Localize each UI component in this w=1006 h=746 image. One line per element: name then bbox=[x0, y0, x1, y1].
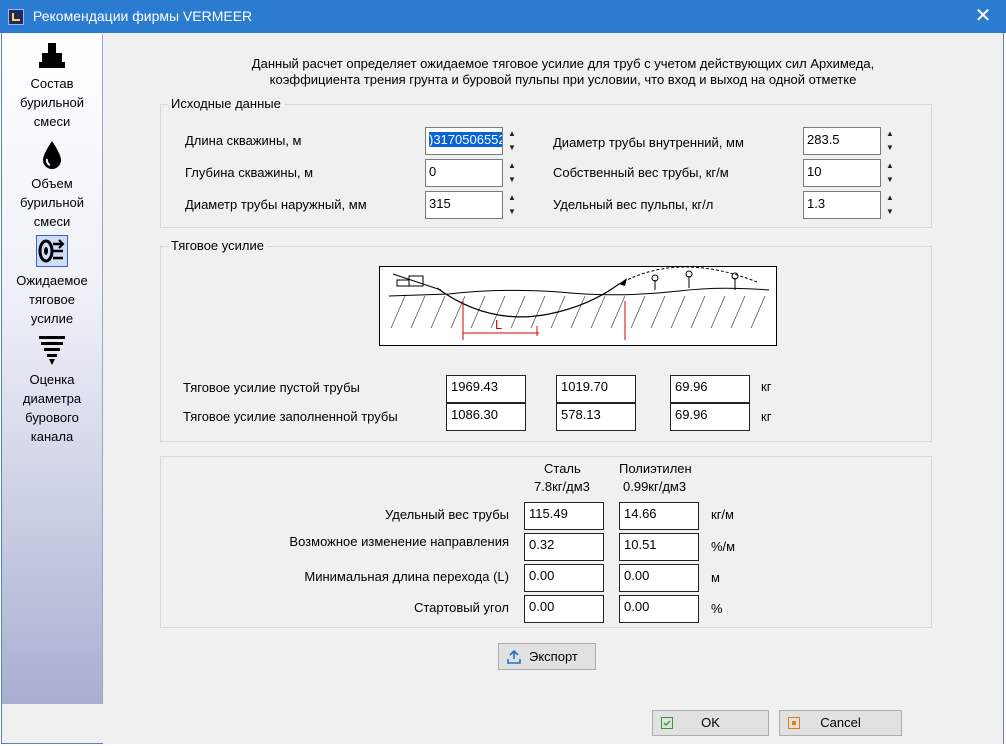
active-item-frame bbox=[36, 235, 68, 267]
sidebar-item-pull-force[interactable]: Ожидаемое тяговое усилие bbox=[2, 235, 102, 328]
pe-direction-change: 10.51 bbox=[619, 533, 699, 561]
material-group: Сталь 7.8кг/дм3 Полиэтилен 0.99кг/дм3 Уд… bbox=[160, 456, 932, 628]
column-header: Полиэтилен bbox=[619, 461, 692, 476]
spin-down-icon[interactable]: ▼ bbox=[881, 205, 899, 219]
outer-diameter-spinner[interactable]: ▲ ▼ bbox=[503, 191, 521, 219]
dialog-footer: OK Cancel bbox=[103, 704, 1003, 744]
description-text: Данный расчет определяет ожидаемое тягов… bbox=[251, 56, 875, 87]
spin-down-icon[interactable]: ▼ bbox=[503, 173, 521, 187]
inner-diameter-spinner[interactable]: ▲ ▼ bbox=[881, 127, 899, 155]
cancel-icon bbox=[788, 717, 800, 729]
upload-icon bbox=[507, 650, 521, 664]
spin-up-icon[interactable]: ▲ bbox=[881, 191, 899, 205]
full-pipe-force-3: 69.96 bbox=[670, 403, 750, 431]
spin-down-icon[interactable]: ▼ bbox=[503, 205, 521, 219]
well-depth-input[interactable]: 0 bbox=[425, 159, 503, 187]
ok-button-label: OK bbox=[701, 715, 720, 730]
sidebar-item-label: Объем бурильной смеси bbox=[19, 176, 85, 229]
window-title: Рекомендации фирмы VERMEER bbox=[33, 8, 253, 24]
sidebar-item-bore-diameter[interactable]: Оценка диаметра бурового канала bbox=[2, 334, 102, 446]
close-icon[interactable]: ✕ bbox=[960, 0, 1006, 33]
input-data-group: Исходные данные Длина скважины, м )31705… bbox=[160, 96, 932, 228]
group-title: Тяговое усилие bbox=[168, 238, 267, 253]
field-label: Глубина скважины, м bbox=[185, 165, 314, 180]
well-length-spinner[interactable]: ▲ ▼ bbox=[503, 127, 521, 155]
empty-pipe-force-1: 1969.43 bbox=[446, 375, 526, 403]
spin-up-icon[interactable]: ▲ bbox=[881, 159, 899, 173]
row-label: Тяговое усилие заполненной трубы bbox=[183, 409, 398, 424]
unit-label: м bbox=[711, 570, 720, 585]
slurry-weight-input[interactable]: 1.3 bbox=[803, 191, 881, 219]
row-label: Возможное изменение направления bbox=[289, 534, 509, 549]
pe-specific-weight: 14.66 bbox=[619, 502, 699, 530]
full-pipe-force-1: 1086.30 bbox=[446, 403, 526, 431]
column-density: 0.99кг/дм3 bbox=[623, 479, 687, 494]
selected-text: )3170506552 bbox=[429, 132, 502, 147]
sidebar: Состав бурильной смеси Объем бурильной с… bbox=[2, 34, 103, 704]
empty-pipe-force-2: 1019.70 bbox=[556, 375, 636, 403]
traction-group: Тяговое усилие L Тяговое усилие пустой т… bbox=[160, 238, 932, 442]
length-label: L bbox=[495, 317, 502, 332]
export-button[interactable]: Экспорт bbox=[498, 643, 596, 670]
spin-down-icon[interactable]: ▼ bbox=[503, 141, 521, 155]
row-label: Стартовый угол bbox=[413, 600, 509, 615]
empty-pipe-force-3: 69.96 bbox=[670, 375, 750, 403]
row-label: Удельный вес трубы bbox=[385, 507, 509, 522]
sidebar-item-mix-composition[interactable]: Состав бурильной смеси bbox=[2, 42, 102, 131]
column-density: 7.8кг/дм3 bbox=[534, 479, 590, 494]
sidebar-item-label: Оценка диаметра бурового канала bbox=[22, 372, 82, 444]
pe-start-angle: 0.00 bbox=[619, 595, 699, 623]
mixer-icon bbox=[39, 43, 65, 68]
spin-up-icon[interactable]: ▲ bbox=[503, 127, 521, 141]
steel-min-length: 0.00 bbox=[524, 564, 604, 592]
spin-up-icon[interactable]: ▲ bbox=[503, 191, 521, 205]
well-length-input[interactable]: )3170506552 bbox=[425, 127, 503, 155]
group-title: Исходные данные bbox=[168, 96, 284, 111]
well-depth-spinner[interactable]: ▲ ▼ bbox=[503, 159, 521, 187]
export-button-label: Экспорт bbox=[529, 649, 578, 664]
steel-start-angle: 0.00 bbox=[524, 595, 604, 623]
cancel-button-label: Cancel bbox=[820, 715, 861, 730]
title-bar: Рекомендации фирмы VERMEER ✕ bbox=[0, 0, 1006, 33]
drop-icon bbox=[43, 141, 61, 169]
funnel-icon bbox=[39, 336, 65, 365]
pipe-weight-spinner[interactable]: ▲ ▼ bbox=[881, 159, 899, 187]
field-label: Собственный вес трубы, кг/м bbox=[553, 165, 729, 180]
ok-button[interactable]: OK bbox=[652, 710, 769, 736]
spin-up-icon[interactable]: ▲ bbox=[881, 127, 899, 141]
main-content: Данный расчет определяет ожидаемое тягов… bbox=[103, 34, 1003, 704]
unit-label: кг bbox=[761, 409, 772, 424]
check-icon bbox=[661, 717, 673, 729]
unit-label: %/м bbox=[711, 539, 736, 554]
steel-specific-weight: 115.49 bbox=[524, 502, 604, 530]
field-label: Длина скважины, м bbox=[185, 133, 302, 148]
sidebar-item-mix-volume[interactable]: Объем бурильной смеси bbox=[2, 140, 102, 231]
full-pipe-force-2: 578.13 bbox=[556, 403, 636, 431]
spin-up-icon[interactable]: ▲ bbox=[503, 159, 521, 173]
unit-label: кг bbox=[761, 379, 772, 394]
unit-label: % bbox=[711, 601, 723, 616]
field-label: Удельный вес пульпы, кг/л bbox=[553, 197, 714, 212]
spin-down-icon[interactable]: ▼ bbox=[881, 173, 899, 187]
unit-label: кг/м bbox=[711, 507, 734, 522]
sidebar-item-label: Состав бурильной смеси bbox=[19, 76, 85, 129]
slurry-weight-spinner[interactable]: ▲ ▼ bbox=[881, 191, 899, 219]
outer-diameter-input[interactable]: 315 bbox=[425, 191, 503, 219]
cancel-button[interactable]: Cancel bbox=[779, 710, 902, 736]
drilling-diagram: L bbox=[379, 266, 777, 346]
steel-direction-change: 0.32 bbox=[524, 533, 604, 561]
field-label: Диаметр трубы внутренний, мм bbox=[553, 135, 744, 150]
pipe-weight-input[interactable]: 10 bbox=[803, 159, 881, 187]
row-label: Минимальная длина перехода (L) bbox=[304, 569, 509, 584]
column-header: Сталь bbox=[544, 461, 581, 476]
field-label: Диаметр трубы наружный, мм bbox=[185, 197, 367, 212]
sidebar-item-label: Ожидаемое тяговое усилие bbox=[16, 273, 88, 326]
spin-down-icon[interactable]: ▼ bbox=[881, 141, 899, 155]
inner-diameter-input[interactable]: 283.5 bbox=[803, 127, 881, 155]
pe-min-length: 0.00 bbox=[619, 564, 699, 592]
app-icon bbox=[8, 9, 24, 25]
pull-force-icon bbox=[38, 239, 65, 263]
row-label: Тяговое усилие пустой трубы bbox=[183, 380, 360, 395]
